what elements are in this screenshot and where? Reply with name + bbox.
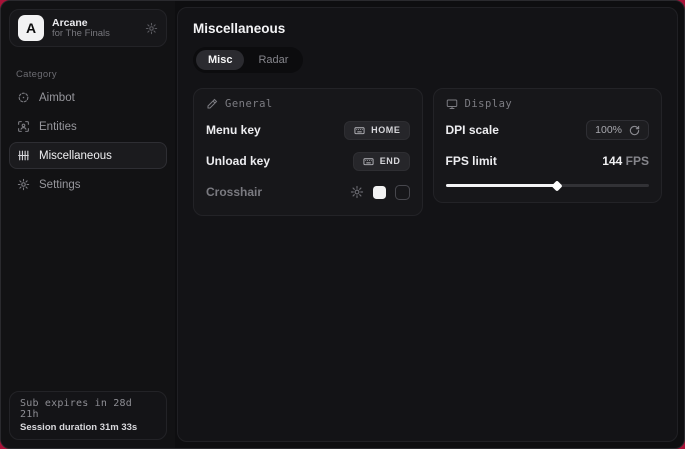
app-window: A Arcane for The Finals Category bbox=[0, 0, 685, 449]
fps-limit-label: FPS limit bbox=[446, 154, 497, 168]
avatar: A bbox=[18, 15, 44, 41]
app-subtitle: for The Finals bbox=[52, 29, 137, 40]
sidebar-item-aimbot[interactable]: Aimbot bbox=[9, 84, 167, 111]
crosshair-controls bbox=[350, 185, 410, 200]
category-label: Category bbox=[16, 69, 175, 80]
unload-key-value: END bbox=[380, 156, 401, 166]
fps-limit-row: FPS limit 144 FPS bbox=[446, 150, 650, 172]
sidebar-item-label: Miscellaneous bbox=[39, 150, 112, 162]
page-title: Miscellaneous bbox=[193, 21, 662, 36]
grid-icon bbox=[17, 149, 30, 162]
keyboard-icon bbox=[362, 156, 375, 167]
crosshair-label: Crosshair bbox=[206, 185, 262, 199]
tab-group: Misc Radar bbox=[193, 47, 303, 73]
display-card-header: Display bbox=[446, 98, 650, 110]
sidebar-item-entities[interactable]: Entities bbox=[9, 113, 167, 140]
sidebar-nav: Aimbot Entities Miscella bbox=[1, 84, 175, 198]
tab-radar[interactable]: Radar bbox=[246, 50, 300, 70]
gear-icon bbox=[17, 178, 30, 191]
entities-icon bbox=[17, 120, 30, 133]
sidebar-item-label: Aimbot bbox=[39, 92, 75, 104]
display-card: Display DPI scale 100% bbox=[433, 88, 663, 203]
fps-unit: FPS bbox=[626, 154, 649, 168]
sidebar-item-label: Entities bbox=[39, 121, 77, 133]
scope-icon bbox=[17, 91, 30, 104]
sidebar-item-settings[interactable]: Settings bbox=[9, 171, 167, 198]
sub-expiry-text: Sub expires in 28d 21h bbox=[20, 398, 156, 420]
refresh-icon bbox=[629, 125, 640, 136]
keyboard-icon bbox=[353, 125, 366, 136]
monitor-icon bbox=[446, 98, 458, 110]
tool-icon bbox=[206, 98, 218, 110]
crosshair-checkbox[interactable] bbox=[395, 185, 410, 200]
cards-row: General Menu key HOME bbox=[193, 88, 662, 216]
unload-key-row: Unload key END bbox=[206, 150, 410, 172]
fps-slider-thumb[interactable] bbox=[552, 180, 563, 191]
sidebar: A Arcane for The Finals Category bbox=[1, 1, 175, 448]
menu-key-button[interactable]: HOME bbox=[344, 121, 409, 140]
menu-key-label: Menu key bbox=[206, 123, 261, 137]
profile-settings-icon[interactable] bbox=[145, 22, 158, 35]
profile-card: A Arcane for The Finals bbox=[9, 9, 167, 47]
app-title: Arcane bbox=[52, 17, 137, 29]
dpi-scale-control[interactable]: 100% bbox=[586, 120, 649, 140]
subscription-info-box: Sub expires in 28d 21h Session duration … bbox=[9, 391, 167, 440]
profile-text: Arcane for The Finals bbox=[52, 17, 137, 40]
dpi-scale-row: DPI scale 100% bbox=[446, 119, 650, 141]
fps-limit-slider[interactable] bbox=[446, 180, 650, 190]
fps-limit-value: 144 FPS bbox=[602, 154, 649, 168]
general-card: General Menu key HOME bbox=[193, 88, 423, 216]
unload-key-button[interactable]: END bbox=[353, 152, 410, 171]
crosshair-settings-icon[interactable] bbox=[350, 185, 364, 199]
unload-key-label: Unload key bbox=[206, 154, 270, 168]
sidebar-item-label: Settings bbox=[39, 179, 81, 191]
fps-slider-fill bbox=[446, 184, 558, 187]
crosshair-row: Crosshair bbox=[206, 181, 410, 203]
crosshair-color-swatch[interactable] bbox=[373, 186, 386, 199]
dpi-scale-value: 100% bbox=[595, 124, 622, 136]
display-card-title: Display bbox=[465, 98, 513, 110]
tab-misc[interactable]: Misc bbox=[196, 50, 244, 70]
session-duration-text: Session duration 31m 33s bbox=[20, 422, 156, 433]
menu-key-value: HOME bbox=[371, 125, 400, 135]
sidebar-item-miscellaneous[interactable]: Miscellaneous bbox=[9, 142, 167, 169]
menu-key-row: Menu key HOME bbox=[206, 119, 410, 141]
general-card-title: General bbox=[225, 98, 273, 110]
general-card-header: General bbox=[206, 98, 410, 110]
main-panel: Miscellaneous Misc Radar General Menu ke… bbox=[177, 7, 678, 442]
dpi-scale-label: DPI scale bbox=[446, 123, 499, 137]
